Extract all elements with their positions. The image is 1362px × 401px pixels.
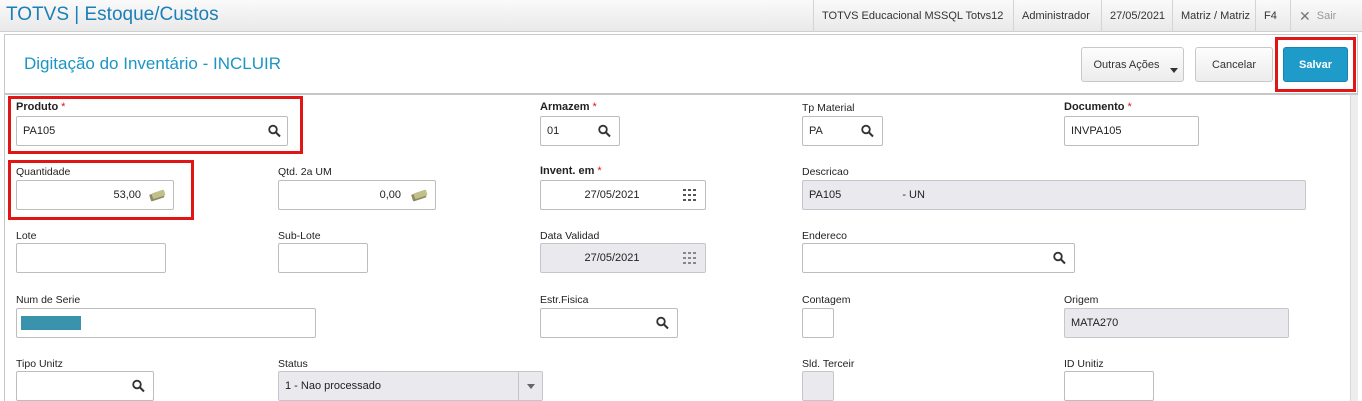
id-unitiz-input[interactable] xyxy=(1064,371,1154,401)
sld-terceir-input xyxy=(802,371,834,401)
app-title: TOTVS | Estoque/Custos xyxy=(6,4,219,25)
origem-input: MATA270 xyxy=(1064,308,1289,338)
shortcut-f4[interactable]: F4 xyxy=(1255,0,1285,32)
qtd-2a-um-value: 0,00 xyxy=(379,189,401,201)
origem-label: Origem xyxy=(1064,294,1099,306)
data-validad-input: 27/05/2021 xyxy=(540,243,706,273)
search-icon[interactable] xyxy=(598,124,611,138)
documento-label: Documento * xyxy=(1064,101,1132,113)
exit-button[interactable]: ✕ Sair xyxy=(1290,0,1344,32)
status-value: 1 - Nao processado xyxy=(285,380,381,392)
sld-terceir-label: Sld. Terceir xyxy=(802,358,855,370)
search-icon[interactable] xyxy=(861,124,874,138)
descricao-input: PA105 - UN xyxy=(802,180,1306,210)
user-info[interactable]: Administrador xyxy=(1013,0,1098,32)
other-actions-button[interactable]: Outras Ações xyxy=(1081,47,1184,82)
sub-lote-label: Sub-Lote xyxy=(278,230,321,242)
search-icon[interactable] xyxy=(1053,251,1066,265)
estr-fisica-input[interactable] xyxy=(540,308,678,338)
armazem-value: 01 xyxy=(547,125,560,137)
tipo-unitz-label: Tipo Unitz xyxy=(16,358,63,370)
scrollbar[interactable] xyxy=(1350,95,1358,401)
highlight-quantidade xyxy=(8,160,194,220)
endereco-label: Endereco xyxy=(802,230,847,242)
armazem-label: Armazem * xyxy=(540,101,597,113)
invent-em-label: Invent. em * xyxy=(540,165,602,177)
calendar-icon xyxy=(683,252,696,264)
data-validad-value: 27/05/2021 xyxy=(584,252,640,264)
invent-em-input[interactable]: 27/05/2021 xyxy=(540,180,706,210)
data-validad-label: Data Validad xyxy=(540,230,600,242)
environment-info[interactable]: TOTVS Educacional MSSQL Totvs12 xyxy=(813,0,1011,32)
close-icon: ✕ xyxy=(1299,8,1311,24)
divider xyxy=(5,93,1357,95)
text-selection xyxy=(21,316,81,330)
search-icon[interactable] xyxy=(132,379,145,393)
exit-label: Sair xyxy=(1316,10,1337,22)
descricao-label: Descricao xyxy=(802,166,849,178)
lote-input[interactable] xyxy=(16,243,166,273)
contagem-label: Contagem xyxy=(802,294,851,306)
documento-input[interactable]: INVPA105 xyxy=(1064,116,1199,146)
search-icon[interactable] xyxy=(656,316,669,330)
top-bar: TOTVS | Estoque/Custos TOTVS Educacional… xyxy=(0,0,1362,32)
page-title: Digitação do Inventário - INCLUIR xyxy=(24,54,282,73)
form-panel xyxy=(4,34,1358,401)
highlight-save xyxy=(1275,37,1356,92)
highlight-produto xyxy=(8,96,303,154)
num-serie-label: Num de Serie xyxy=(16,294,81,306)
tp-material-input[interactable]: PA xyxy=(802,116,883,146)
contagem-input[interactable] xyxy=(802,308,834,338)
num-serie-input[interactable] xyxy=(16,308,316,338)
calendar-icon[interactable] xyxy=(683,189,697,201)
tp-material-value: PA xyxy=(809,125,823,137)
endereco-input[interactable] xyxy=(802,243,1075,273)
tipo-unitz-input[interactable] xyxy=(16,371,154,401)
money-icon xyxy=(411,189,428,202)
cancel-button[interactable]: Cancelar xyxy=(1195,47,1273,82)
estr-fisica-label: Estr.Fisica xyxy=(540,294,589,306)
qtd-2a-um-input[interactable]: 0,00 xyxy=(278,180,436,210)
armazem-input[interactable]: 01 xyxy=(540,116,620,146)
status-label: Status xyxy=(278,358,308,370)
sub-lote-input[interactable] xyxy=(278,243,368,273)
date-info[interactable]: 27/05/2021 xyxy=(1101,0,1173,32)
status-select[interactable]: 1 - Nao processado xyxy=(278,371,543,401)
branch-info[interactable]: Matriz / Matriz xyxy=(1172,0,1258,32)
chevron-down-icon[interactable] xyxy=(518,372,542,400)
other-actions-label: Outras Ações xyxy=(1093,58,1160,71)
tp-material-label: Tp Material xyxy=(802,102,855,114)
invent-em-value: 27/05/2021 xyxy=(584,189,640,201)
id-unitiz-label: ID Unitiz xyxy=(1064,358,1104,370)
qtd-2a-um-label: Qtd. 2a UM xyxy=(278,166,332,178)
chevron-down-icon xyxy=(1170,68,1178,73)
lote-label: Lote xyxy=(16,230,37,242)
